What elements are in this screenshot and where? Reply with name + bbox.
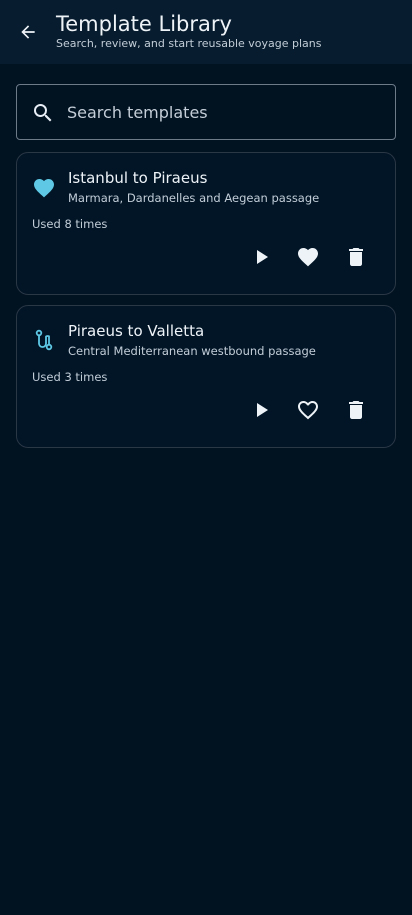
delete-template-button[interactable] bbox=[340, 394, 372, 426]
template-description: Central Mediterranean westbound passage bbox=[68, 344, 316, 358]
route-icon bbox=[35, 329, 53, 351]
template-usage-count: Used 3 times bbox=[32, 370, 108, 384]
search-icon bbox=[34, 104, 52, 122]
search-field[interactable] bbox=[16, 84, 396, 140]
back-button[interactable] bbox=[12, 16, 44, 48]
template-card[interactable]: Istanbul to Piraeus Marmara, Dardanelles… bbox=[16, 152, 396, 295]
heart-outline-icon bbox=[298, 401, 318, 420]
trash-icon bbox=[349, 248, 363, 266]
favorite-toggle-button[interactable] bbox=[292, 241, 324, 273]
app-bar: Template Library Search, review, and sta… bbox=[0, 0, 412, 64]
arrow-back-icon bbox=[21, 25, 35, 39]
template-description: Marmara, Dardanelles and Aegean passage bbox=[68, 191, 320, 205]
search-input[interactable] bbox=[67, 85, 387, 139]
heart-filled-icon bbox=[34, 179, 54, 198]
template-title: Istanbul to Piraeus bbox=[68, 169, 208, 187]
trash-icon bbox=[349, 401, 363, 419]
heart-filled-icon bbox=[298, 248, 318, 267]
start-voyage-button[interactable] bbox=[245, 241, 277, 273]
play-icon bbox=[257, 403, 268, 417]
page-subtitle: Search, review, and start reusable voyag… bbox=[56, 37, 322, 50]
page-title: Template Library bbox=[56, 12, 232, 36]
play-icon bbox=[257, 250, 268, 264]
start-voyage-button[interactable] bbox=[245, 394, 277, 426]
favorite-toggle-button[interactable] bbox=[292, 394, 324, 426]
template-card[interactable]: Piraeus to Valletta Central Mediterranea… bbox=[16, 305, 396, 448]
template-title: Piraeus to Valletta bbox=[68, 322, 205, 340]
template-usage-count: Used 8 times bbox=[32, 217, 108, 231]
delete-template-button[interactable] bbox=[340, 241, 372, 273]
